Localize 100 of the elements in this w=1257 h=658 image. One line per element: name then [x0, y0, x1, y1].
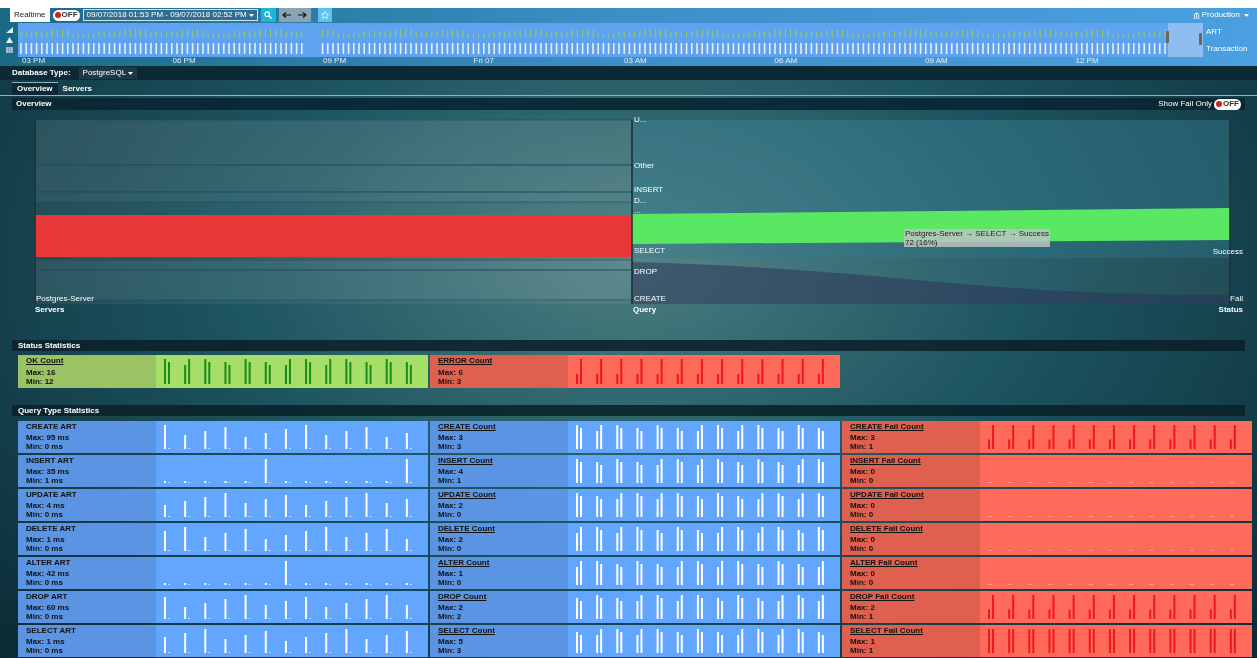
min-value: Min: 0 [438, 511, 463, 519]
axis-label: 12 PM [1075, 57, 1099, 65]
card-title[interactable]: CREATE Count [438, 423, 560, 431]
axis-label: 06 PM [172, 57, 196, 65]
node-label: Other [634, 162, 654, 170]
card-title[interactable]: UPDATE Count [438, 491, 560, 499]
left-arrow-icon [282, 12, 292, 18]
date-range-dropdown[interactable]: 09/07/2018 01:53 PM - 09/07/2018 02:52 PM [82, 9, 258, 21]
max-value: Max: 2 [438, 536, 464, 544]
axis-title: Servers [35, 306, 65, 314]
min-value: Min: 0 ms [26, 545, 64, 553]
min-value: Min: 0 [438, 545, 463, 553]
min-value: Min: 0 [850, 545, 875, 553]
node-label: U... [634, 116, 647, 124]
panel-title: Overview [16, 98, 52, 110]
card-title[interactable]: SELECT Count [438, 627, 560, 635]
card-title[interactable]: ERROR Count [438, 357, 560, 365]
min-value: Min: 3 [438, 647, 463, 655]
filter-label: Database Type: [12, 67, 71, 79]
bank-icon [1192, 11, 1200, 19]
max-value: Max: 95 ms [26, 434, 71, 442]
bar-chart-icon[interactable] [5, 27, 13, 33]
min-value: Min: 0 [850, 579, 875, 587]
card-title[interactable]: INSERT Fail Count [850, 457, 972, 465]
min-value: Min: 3 [438, 443, 463, 451]
realtime-tab[interactable]: Realtime [10, 8, 50, 22]
tab[interactable]: Overview [12, 82, 58, 95]
min-value: Min: 12 [26, 378, 55, 386]
min-value: Min: 0 ms [26, 579, 64, 587]
max-value: Max: 35 ms [26, 468, 71, 476]
max-value: Max: 4 ms [26, 502, 66, 510]
node-label: Success [1212, 248, 1243, 256]
grid-icon[interactable] [5, 47, 13, 53]
caret-icon [248, 13, 254, 17]
card-title[interactable]: OK Count [26, 357, 148, 365]
caret-icon [1244, 13, 1249, 17]
node-label: Fail [1230, 295, 1243, 303]
card-title: DROP ART [26, 593, 69, 601]
tooltip-value: 72 (16%) [905, 238, 939, 247]
max-value: Max: 1 [850, 638, 876, 646]
min-value: Min: 1 [438, 477, 463, 485]
favorite-button[interactable] [317, 8, 332, 22]
warning-icon[interactable] [5, 37, 13, 43]
max-value: Max: 4 [438, 468, 464, 476]
min-value: Min: 1 [850, 443, 875, 451]
right-arrow-icon [298, 12, 308, 18]
min-value: Min: 0 ms [26, 443, 64, 451]
card-title[interactable]: INSERT Count [438, 457, 560, 465]
card-title[interactable]: SELECT Fail Count [850, 627, 972, 635]
card-title: DELETE ART [26, 525, 77, 533]
card-title[interactable]: ALTER Count [438, 559, 560, 567]
series-label: Transaction [1206, 44, 1248, 53]
zoom-button[interactable] [260, 8, 276, 22]
section-title: Status Statistics [18, 339, 81, 352]
axis-label: 03 PM [22, 57, 46, 65]
axis-label: Fri 07 [473, 57, 494, 65]
card-title: UPDATE ART [26, 491, 78, 499]
max-value: Max: 6 [438, 369, 464, 377]
card-title[interactable]: CREATE Fail Count [850, 423, 972, 431]
node-label: Postgres-Server [36, 295, 94, 303]
max-value: Max: 1 ms [26, 536, 66, 544]
max-value: Max: 2 [850, 604, 876, 612]
axis-label: 03 AM [624, 57, 647, 65]
card-title[interactable]: DROP Fail Count [850, 593, 972, 601]
show-fail-only-toggle[interactable]: OFF [1214, 98, 1241, 110]
card-title[interactable]: UPDATE Fail Count [850, 491, 972, 499]
max-value: Max: 42 ms [26, 570, 71, 578]
node-label: CREATE [634, 295, 666, 303]
card-title: SELECT ART [26, 627, 77, 635]
axis-label: 09 PM [323, 57, 347, 65]
zoom-icon [264, 11, 273, 19]
tab[interactable]: Servers [57, 82, 97, 95]
database-type-dropdown[interactable]: PostgreSQL [78, 67, 138, 79]
min-value: Min: 0 [850, 511, 875, 519]
card-title: CREATE ART [26, 423, 78, 431]
min-value: Min: 1 ms [26, 477, 64, 485]
caret-icon [128, 71, 134, 75]
max-value: Max: 0 [850, 536, 876, 544]
axis-title: Query [633, 306, 657, 314]
min-value: Min: 0 [438, 579, 463, 587]
min-value: Min: 0 [850, 477, 875, 485]
card-title: INSERT ART [26, 457, 75, 465]
min-value: Min: 0 ms [26, 613, 64, 621]
node-label: D... [634, 197, 647, 205]
tooltip-path: Postgres-Server → SELECT → Success [905, 229, 1049, 238]
max-value: Max: 1 [438, 570, 464, 578]
max-value: Max: 0 [850, 502, 876, 510]
max-value: Max: 3 [850, 434, 876, 442]
card-title[interactable]: DELETE Fail Count [850, 525, 972, 533]
card-title[interactable]: DELETE Count [438, 525, 560, 533]
max-value: Max: 0 [850, 570, 876, 578]
max-value: Max: 2 [438, 502, 464, 510]
realtime-toggle[interactable]: OFF [52, 9, 80, 21]
min-value: Min: 2 [438, 613, 463, 621]
card-title[interactable]: ALTER Fail Count [850, 559, 972, 567]
card-title[interactable]: DROP Count [438, 593, 560, 601]
node-label: DROP [634, 268, 658, 276]
max-value: Max: 5 [438, 638, 464, 646]
max-value: Max: 60 ms [26, 604, 71, 612]
star-icon [320, 11, 329, 19]
